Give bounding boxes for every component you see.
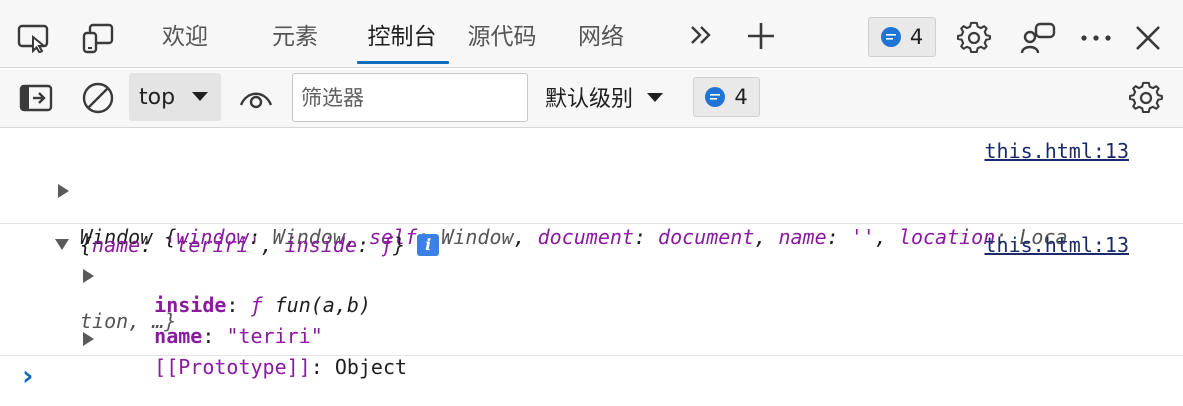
preview-token: ƒ — [381, 233, 394, 257]
device-emulation-icon[interactable] — [78, 18, 118, 58]
log-level-dropdown[interactable]: 默认级别 — [545, 73, 664, 121]
tab-console[interactable]: 控制台 — [352, 0, 452, 68]
message-icon — [705, 87, 726, 107]
collapse-arrow-icon[interactable] — [55, 239, 69, 250]
live-expression-eye-icon[interactable] — [236, 79, 276, 117]
chevron-down-icon — [192, 92, 208, 101]
context-selector[interactable]: top — [129, 73, 221, 121]
preview-token: name — [92, 233, 141, 257]
context-selector-value: top — [139, 84, 176, 110]
close-icon[interactable] — [1128, 18, 1168, 58]
console-message: this.html:13 {name: 'teriri', inside: ƒ}… — [0, 224, 1183, 379]
tab-label: 控制台 — [367, 24, 437, 50]
chevron-down-icon — [647, 92, 664, 102]
tab-sources[interactable]: 源代码 — [462, 0, 542, 68]
tab-label: 源代码 — [467, 24, 537, 50]
console-message: this.html:13 Window {window: Window, sel… — [0, 129, 1183, 333]
tab-label: 网络 — [578, 24, 624, 50]
expand-arrow-icon[interactable] — [83, 332, 94, 346]
toggle-sidebar-icon[interactable] — [16, 79, 56, 117]
expand-arrow-icon[interactable] — [83, 269, 94, 283]
object-summary-text: {name: 'teriri', inside: ƒ} — [80, 231, 405, 259]
issues-badge[interactable]: 4 — [868, 17, 936, 57]
tab-elements[interactable]: 元素 — [260, 0, 330, 68]
more-options-icon[interactable] — [1076, 18, 1116, 58]
info-icon[interactable]: i — [417, 234, 440, 256]
preview-token: 'teriri' — [164, 233, 261, 257]
preview-token: : — [140, 233, 165, 257]
expand-arrow-icon[interactable] — [58, 184, 69, 198]
active-tab-indicator — [357, 61, 449, 64]
preview-token: { — [80, 233, 93, 257]
log-level-label: 默认级别 — [545, 87, 634, 112]
issues-count: 4 — [734, 85, 748, 109]
console-input[interactable]: › — [0, 357, 1183, 406]
preview-token: , — [260, 233, 285, 257]
feedback-icon[interactable] — [1018, 18, 1058, 58]
add-tab-icon[interactable] — [742, 17, 780, 55]
inspect-element-icon[interactable] — [14, 18, 54, 58]
message-icon — [880, 27, 901, 47]
more-tabs-icon[interactable] — [684, 18, 718, 52]
prompt-chevron-icon: › — [22, 359, 34, 392]
preview-token: inside — [284, 233, 357, 257]
preview-token: : — [356, 233, 382, 257]
tab-welcome[interactable]: 欢迎 — [150, 0, 220, 68]
console-settings-gear-icon[interactable] — [1126, 78, 1166, 118]
settings-gear-icon[interactable] — [954, 18, 994, 58]
object-summary[interactable]: {name: 'teriri', inside: ƒ} i — [80, 231, 440, 259]
filter-input[interactable] — [292, 73, 528, 122]
tab-network[interactable]: 网络 — [566, 0, 636, 68]
source-link[interactable]: this.html:13 — [985, 139, 1130, 163]
source-link[interactable]: this.html:13 — [985, 233, 1130, 257]
issues-count: 4 — [909, 25, 924, 49]
devtools-tab-bar: 欢迎 元素 控制台 源代码 网络 4 — [0, 0, 1183, 68]
clear-console-icon[interactable] — [78, 78, 118, 118]
preview-token: } — [393, 233, 406, 257]
tab-label: 元素 — [272, 24, 318, 50]
console-toolbar: top 默认级别 4 — [0, 69, 1183, 128]
tab-label: 欢迎 — [162, 24, 208, 50]
issues-badge[interactable]: 4 — [693, 77, 760, 117]
